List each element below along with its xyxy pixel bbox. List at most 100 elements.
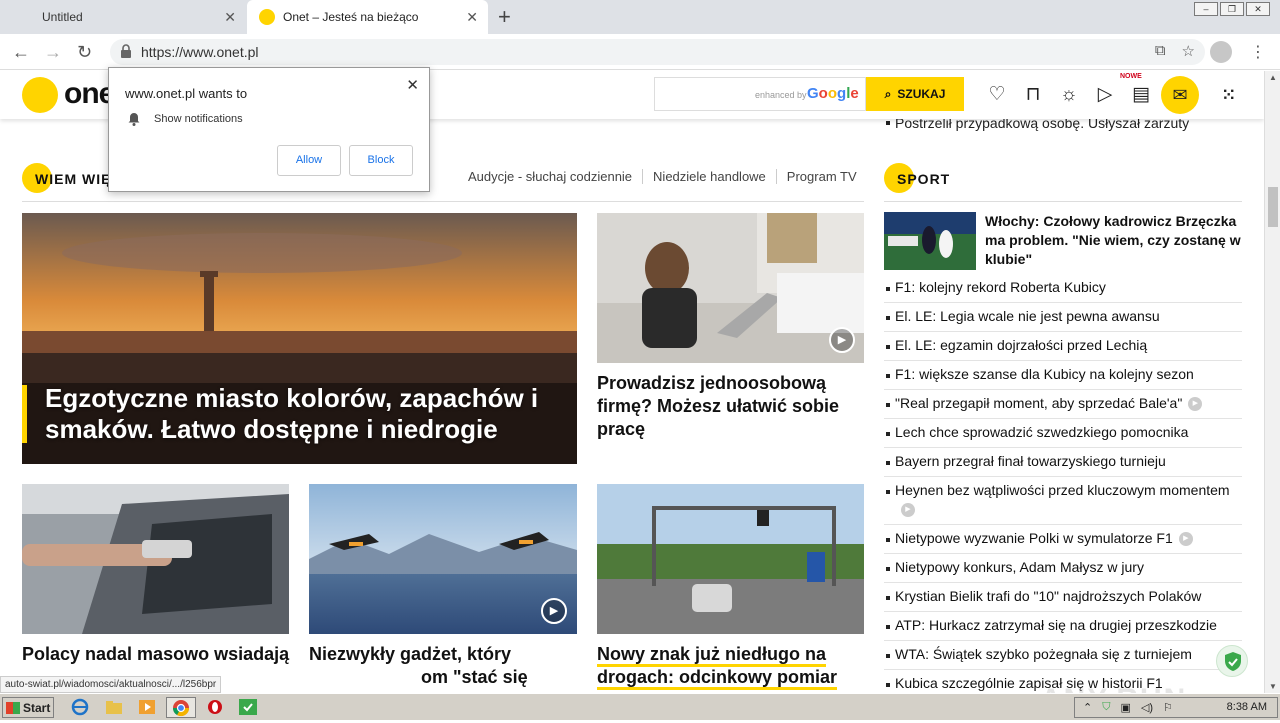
scroll-up-icon[interactable]: ▲ (1269, 73, 1277, 82)
block-button[interactable]: Block (349, 145, 413, 176)
close-icon[interactable]: ✕ (406, 76, 419, 94)
new-badge: NOWE (1120, 73, 1142, 80)
ie-icon[interactable] (70, 698, 90, 716)
allow-button[interactable]: Allow (277, 145, 341, 176)
folder-icon[interactable] (104, 698, 124, 716)
tab-close-icon[interactable]: ✕ (466, 9, 478, 26)
section-link[interactable]: Audycje - słuchaj codziennie (468, 169, 642, 184)
id-card-icon[interactable]: ▤ (1130, 83, 1152, 106)
story-title[interactable]: Nowy znak już niedługo na drogach: odcin… (597, 643, 867, 690)
bookmark-star-icon[interactable]: ☆ (1182, 42, 1195, 60)
opera-icon[interactable] (205, 698, 225, 716)
network-icon[interactable]: ▣ (1120, 701, 1130, 714)
story-image[interactable] (597, 213, 864, 363)
car-fuel-image (22, 484, 289, 634)
section-link[interactable]: Program TV (775, 169, 867, 184)
tab-close-icon[interactable]: ✕ (224, 9, 236, 26)
list-item[interactable]: WTA: Świątek szybko pożegnała się z turn… (884, 641, 1242, 670)
list-item[interactable]: F1: większe szanse dla Kubicy na kolejny… (884, 361, 1242, 390)
notification-permission-dialog: www.onet.pl wants to ✕ Show notification… (108, 67, 430, 192)
tab-label: Onet – Jesteś na bieżąco (283, 10, 419, 24)
restore-icon[interactable]: ❐ (1220, 2, 1244, 16)
story-title[interactable]: Polacy nadal masowo wsiadają (22, 643, 292, 666)
video-play-icon[interactable]: ▶ (541, 598, 567, 624)
scrollbar-thumb[interactable] (1268, 187, 1278, 227)
volume-icon[interactable]: ◁) (1141, 701, 1153, 714)
search-hint: enhanced by (755, 90, 807, 100)
apps-grid-icon[interactable]: ⁙ (1222, 85, 1235, 105)
start-button[interactable]: Start (2, 697, 54, 718)
profile-avatar[interactable] (1210, 41, 1232, 63)
list-item-text: El. LE: Legia wcale nie jest pewna awans… (895, 308, 1160, 324)
close-window-icon[interactable]: ✕ (1246, 2, 1270, 16)
list-item[interactable]: ATP: Hurkacz zatrzymał się na drugiej pr… (884, 612, 1242, 641)
list-item[interactable]: Nietypowe wyzwanie Polki w symulatorze F… (884, 525, 1242, 554)
story-title[interactable]: Prowadzisz jednoosobową firmę? Możesz uł… (597, 372, 857, 441)
list-item[interactable]: Heynen bez wątpliwości przed kluczowym m… (884, 477, 1242, 525)
video-play-icon: ▶ (1178, 532, 1193, 547)
flag-icon[interactable]: ⚐ (1163, 701, 1173, 714)
address-bar[interactable]: https://www.onet.pl ⧉ ☆ (110, 39, 1205, 65)
shopping-bag-icon[interactable]: ⊓ (1022, 83, 1044, 106)
search-input[interactable]: enhanced by Google (654, 77, 866, 111)
list-item[interactable]: F1: kolejny rekord Roberta Kubicy (884, 274, 1242, 303)
translate-icon[interactable]: ⧉ (1155, 42, 1166, 60)
chrome-taskbar-button[interactable] (166, 697, 196, 718)
accent-bar (22, 385, 27, 443)
play-icon[interactable]: ▷ (1094, 83, 1116, 106)
dialog-title: www.onet.pl wants to (125, 86, 248, 101)
search-button[interactable]: ⌕ SZUKAJ (866, 77, 964, 111)
search-button-label: SZUKAJ (897, 87, 946, 101)
sport-feature[interactable]: Włochy: Czołowy kadrowicz Brzęczka ma pr… (884, 212, 1242, 270)
browser-toolbar: ← → ↻ https://www.onet.pl ⧉ ☆ ⋮ (0, 34, 1280, 70)
big-story-title[interactable]: Egzotyczne miasto kolorów, zapachów i sm… (45, 383, 565, 445)
reload-icon[interactable]: ↻ (77, 42, 92, 63)
menu-dots-icon[interactable]: ⋮ (1250, 42, 1266, 62)
list-item[interactable]: Bayern przegrał finał towarzyskiego turn… (884, 448, 1242, 477)
list-item[interactable]: "Real przegapił moment, aby sprzedać Bal… (884, 390, 1242, 419)
minimize-icon[interactable]: – (1194, 2, 1218, 16)
forward-icon[interactable]: → (44, 42, 62, 63)
tab-onet[interactable]: Onet – Jesteś na bieżąco ✕ (247, 0, 488, 34)
sport-section-title[interactable]: SPORT (897, 171, 950, 187)
tray-arrow-icon[interactable]: ⌃ (1083, 701, 1092, 714)
media-player-icon[interactable] (137, 698, 157, 716)
story-image[interactable] (22, 484, 289, 634)
story-title[interactable]: Niezwykły gadżet, który (309, 643, 579, 666)
section-links: Audycje - słuchaj codziennie Niedziele h… (468, 169, 867, 184)
list-item-text: Nietypowe wyzwanie Polki w symulatorze F… (895, 530, 1173, 546)
sport-list: F1: kolejny rekord Roberta Kubicy El. LE… (884, 274, 1242, 693)
tray-shield-icon[interactable]: ⛉ (1102, 701, 1110, 714)
chrome-icon (172, 700, 190, 717)
section-title[interactable]: WIEM WIĘ (35, 171, 111, 187)
onet-favicon-icon (259, 9, 275, 25)
weather-icon[interactable]: ☼ (1058, 84, 1080, 106)
new-tab-icon[interactable]: + (498, 4, 511, 30)
heart-icon[interactable]: ♡ (986, 83, 1008, 106)
mail-icon[interactable]: ✉ (1161, 76, 1199, 114)
start-label: Start (23, 700, 51, 715)
story-title-line[interactable]: om "stać się (421, 666, 528, 689)
story-image[interactable] (597, 484, 864, 634)
list-item-text: Heynen bez wątpliwości przed kluczowym m… (895, 482, 1230, 498)
road-gantry-image (597, 484, 864, 634)
onet-logo-dot[interactable] (22, 77, 58, 113)
security-app-icon[interactable] (238, 698, 258, 716)
video-play-icon[interactable]: ▶ (829, 327, 855, 353)
list-item-text: Krystian Bielik trafi do "10" najdroższy… (895, 588, 1202, 604)
list-item-text: ATP: Hurkacz zatrzymał się na drugiej pr… (895, 617, 1217, 633)
scroll-down-icon[interactable]: ▼ (1269, 682, 1277, 691)
list-item[interactable]: El. LE: Legia wcale nie jest pewna awans… (884, 303, 1242, 332)
list-item[interactable]: El. LE: egzamin dojrzałości przed Lechią (884, 332, 1242, 361)
back-icon[interactable]: ← (12, 42, 30, 63)
list-item-text: El. LE: egzamin dojrzałości przed Lechią (895, 337, 1148, 353)
vertical-scrollbar[interactable]: ▲ ▼ (1264, 71, 1280, 693)
tab-untitled[interactable]: Untitled ✕ (0, 0, 246, 34)
list-item-text: F1: kolejny rekord Roberta Kubicy (895, 279, 1106, 295)
story-image[interactable] (309, 484, 577, 634)
list-item[interactable]: Lech chce sprowadzić szwedzkiego pomocni… (884, 419, 1242, 448)
list-item[interactable]: Krystian Bielik trafi do "10" najdroższy… (884, 583, 1242, 612)
list-item-text: Nietypowy konkurs, Adam Małysz w jury (895, 559, 1144, 575)
section-link[interactable]: Niedziele handlowe (642, 169, 776, 184)
list-item[interactable]: Nietypowy konkurs, Adam Małysz w jury (884, 554, 1242, 583)
